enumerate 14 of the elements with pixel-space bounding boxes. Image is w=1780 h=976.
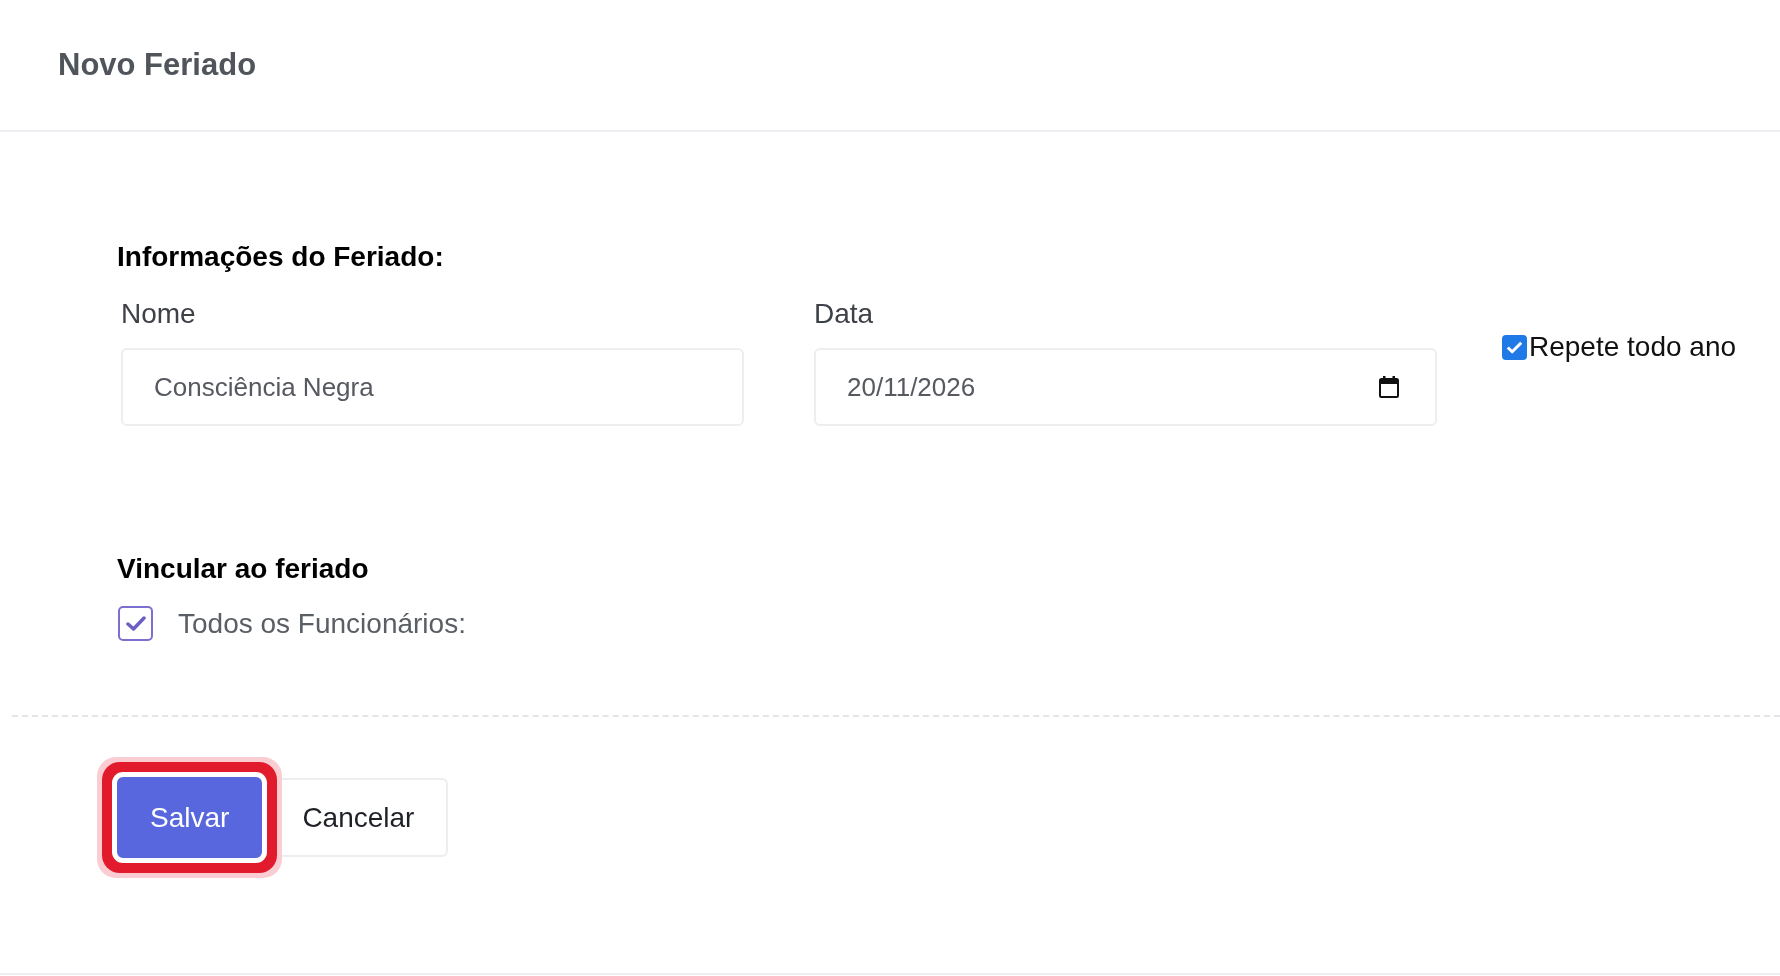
checkbox[interactable]	[118, 606, 153, 641]
checkbox[interactable]	[1502, 334, 1527, 360]
field-label: Data	[814, 297, 874, 331]
field-label: Nome	[121, 297, 196, 331]
page-title: Novo Feriado	[58, 46, 257, 84]
date-field[interactable]: 20/11/2026	[814, 348, 1437, 426]
text-input[interactable]: Consciência Negra	[121, 348, 744, 426]
section-heading: Informações do Feriado:	[117, 240, 444, 274]
checkbox-label: Todos os Funcionários:	[178, 606, 466, 641]
checkmark-icon	[1506, 340, 1523, 354]
section-heading: Vincular ao feriado	[117, 552, 369, 586]
calendar-icon[interactable]	[1379, 376, 1399, 398]
checkmark-icon	[125, 616, 146, 631]
checkbox-label: Repete todo ano	[1529, 330, 1737, 364]
